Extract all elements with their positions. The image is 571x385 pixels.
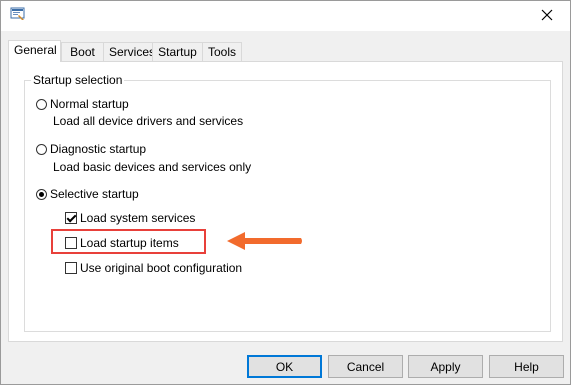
tab-startup[interactable]: Startup — [152, 42, 203, 61]
help-button[interactable]: Help — [489, 355, 564, 378]
title-bar — [1, 1, 570, 31]
close-button[interactable] — [524, 1, 570, 31]
checkbox-label: Load system services — [80, 211, 196, 225]
normal-startup-description: Load all device drivers and services — [53, 114, 244, 128]
system-configuration-window: General Boot Services Startup Tools Star… — [0, 0, 571, 385]
msconfig-icon — [10, 7, 26, 21]
tab-tools[interactable]: Tools — [202, 42, 242, 61]
radio-button[interactable] — [36, 188, 47, 200]
checkbox-label: Use original boot configuration — [80, 261, 243, 275]
general-tab-panel: Startup selection Normal startup Load al… — [8, 61, 563, 342]
group-label: Startup selection — [31, 73, 125, 87]
tab-general[interactable]: General — [8, 40, 61, 62]
startup-selection-group: Startup selection Normal startup Load al… — [24, 73, 551, 332]
radio-button[interactable] — [36, 98, 47, 110]
radio-label: Selective startup — [50, 187, 139, 201]
highlight-box — [51, 229, 206, 254]
radio-label: Normal startup — [50, 97, 129, 111]
normal-startup-radio[interactable]: Normal startup — [36, 97, 129, 111]
ok-button[interactable]: OK — [247, 355, 322, 378]
use-original-boot-configuration-checkbox[interactable]: Use original boot configuration — [65, 261, 242, 275]
checkbox[interactable] — [65, 212, 77, 224]
arrow-left-icon — [225, 230, 305, 255]
apply-button[interactable]: Apply — [408, 355, 483, 378]
diagnostic-startup-description: Load basic devices and services only — [53, 160, 252, 174]
diagnostic-startup-radio[interactable]: Diagnostic startup — [36, 142, 146, 156]
load-system-services-checkbox[interactable]: Load system services — [65, 211, 195, 225]
radio-button[interactable] — [36, 143, 47, 155]
tab-boot[interactable]: Boot — [61, 42, 104, 61]
checkbox[interactable] — [65, 262, 77, 274]
tab-services[interactable]: Services — [103, 42, 155, 61]
selective-startup-radio[interactable]: Selective startup — [36, 187, 139, 201]
cancel-button[interactable]: Cancel — [328, 355, 403, 378]
close-icon — [541, 9, 553, 24]
radio-label: Diagnostic startup — [50, 142, 147, 156]
